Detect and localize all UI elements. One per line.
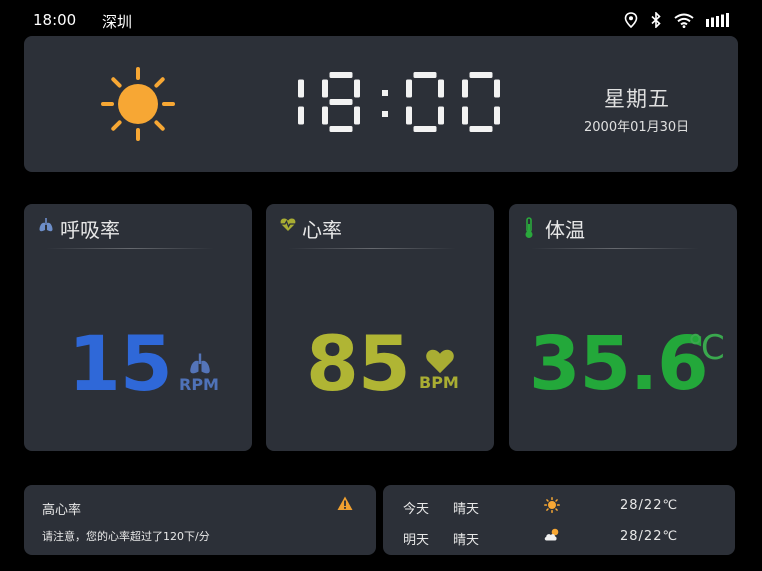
clock-digit-segment [322, 79, 328, 98]
clock-digit-segment [438, 106, 444, 125]
heart-rate-value: 85 [306, 319, 411, 408]
heart-pulse-icon [280, 217, 296, 236]
alert-title: 高心率 [42, 503, 82, 518]
clock-colon-dot [382, 90, 388, 96]
clock-digit-segment [406, 79, 412, 98]
clock-colon-dot [382, 111, 388, 117]
title-divider [531, 248, 699, 249]
forecast-day-today: 今天 [403, 502, 430, 517]
respiration-unit: RPM [179, 375, 219, 394]
forecast-day-tomorrow: 明天 [403, 533, 430, 548]
sun-icon [101, 67, 175, 145]
lungs-icon [38, 217, 54, 237]
temperature-value: 35.6 [529, 321, 709, 407]
clock-digit-segment [298, 106, 304, 125]
respiration-title: 呼吸率 [60, 218, 120, 242]
forecast-condition-tomorrow: 晴天 [453, 533, 480, 548]
forecast-condition-today: 晴天 [453, 502, 480, 517]
heart-rate-title: 心率 [302, 218, 342, 242]
clock-digit-segment [413, 126, 437, 132]
clock-digit-segment [413, 72, 437, 78]
clock-digit-segment [469, 72, 493, 78]
clock-digit-segment [329, 72, 353, 78]
bluetooth-icon [650, 12, 662, 28]
title-divider [46, 248, 214, 249]
thermometer-icon [523, 217, 535, 243]
warning-icon [337, 496, 353, 515]
forecast-temp-tomorrow: 28/22℃ [620, 529, 679, 544]
respiration-value: 15 [68, 319, 173, 408]
respiration-card: 呼吸率 15 RPM [24, 204, 252, 451]
weekday-label: 星期五 [604, 87, 670, 111]
clock-digit-segment [322, 106, 328, 125]
date-label: 2000年01月30日 [584, 120, 690, 135]
clock-digit-segment [469, 126, 493, 132]
status-time: 18:00 [33, 11, 77, 29]
cloud-sun-icon [543, 527, 561, 546]
signal-icon [706, 13, 729, 27]
clock-digit-segment [462, 79, 468, 98]
status-city: 深圳 [102, 13, 133, 31]
location-icon [624, 12, 638, 28]
forecast-temp-today: 28/22℃ [620, 498, 679, 513]
clock-digit-segment [298, 79, 304, 98]
wifi-icon [674, 13, 694, 28]
clock-digit-segment [494, 106, 500, 125]
clock-display [264, 70, 500, 138]
alert-message: 请注意，您的心率超过了120下/分 [42, 530, 210, 543]
heart-rate-unit: BPM [419, 373, 459, 392]
clock-digit-segment [329, 99, 353, 105]
temperature-unit: ℃ [687, 328, 726, 368]
temperature-title: 体温 [545, 218, 585, 242]
heart-rate-card: 心率 85 BPM [266, 204, 494, 451]
alert-panel [24, 485, 376, 555]
temperature-card: 体温 35.6 ℃ [509, 204, 737, 451]
clock-digit-segment [438, 79, 444, 98]
clock-digit-segment [462, 106, 468, 125]
clock-digit-segment [354, 79, 360, 98]
clock-digit-segment [406, 106, 412, 125]
sun-icon [544, 497, 560, 517]
clock-digit-segment [329, 126, 353, 132]
clock-digit-segment [354, 106, 360, 125]
clock-digit-segment [494, 79, 500, 98]
status-icons [624, 12, 729, 28]
title-divider [288, 248, 456, 249]
